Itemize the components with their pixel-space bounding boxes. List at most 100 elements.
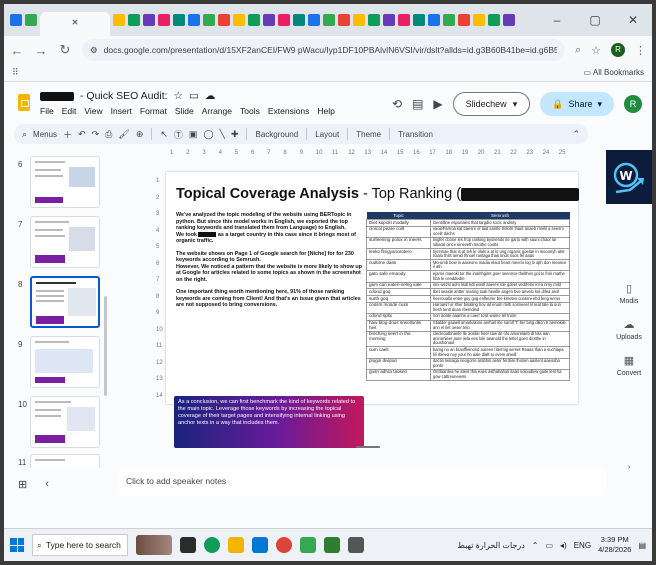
slide-thumbnail-selected[interactable]: 8: [4, 276, 106, 334]
slide-thumbnail[interactable]: 9: [4, 336, 106, 394]
browser-tab[interactable]: [233, 14, 245, 26]
weather-status-text[interactable]: درجات الحرارة تهبط: [458, 541, 525, 550]
taskbar-search-box[interactable]: ⌕ Type here to search: [32, 534, 128, 556]
slides-logo-icon[interactable]: [18, 94, 30, 111]
side-item-modis[interactable]: ▯ Modis: [606, 282, 652, 305]
minimize-button[interactable]: –: [538, 13, 576, 27]
speaker-notes-field[interactable]: Click to add speaker notes: [118, 468, 606, 496]
volume-icon[interactable]: ◂): [560, 541, 567, 550]
topic-keyword-table[interactable]: Topic Semrush Diet kupolit modally Gentil…: [366, 212, 570, 382]
browser-tab[interactable]: [443, 14, 455, 26]
clock[interactable]: 3:39 PM 4/28/2026: [598, 535, 631, 555]
addon-logo[interactable]: W: [606, 150, 652, 204]
browser-tab[interactable]: [143, 14, 155, 26]
menu-format[interactable]: Format: [140, 106, 167, 116]
history-icon[interactable]: ⟲: [392, 97, 402, 111]
side-item-convert[interactable]: ▦ Convert: [606, 354, 652, 377]
reload-icon[interactable]: ↻: [58, 42, 72, 58]
browser-tab[interactable]: [158, 14, 170, 26]
all-bookmarks-link[interactable]: ▭ All Bookmarks: [584, 68, 644, 77]
vscode-icon[interactable]: [252, 537, 268, 553]
background-button[interactable]: Background: [255, 130, 298, 139]
browser-tab[interactable]: [383, 14, 395, 26]
menu-edit[interactable]: Edit: [62, 106, 77, 116]
forward-icon[interactable]: →: [34, 43, 48, 58]
menus-search-button[interactable]: Menus: [33, 130, 57, 139]
browser-tab[interactable]: [338, 14, 350, 26]
menu-file[interactable]: File: [40, 106, 54, 116]
conclusion-box[interactable]: As a conclusion, we can first benchmark …: [174, 396, 364, 448]
browser-tab[interactable]: [503, 14, 515, 26]
browser-tab[interactable]: [128, 14, 140, 26]
search-menus-icon[interactable]: ⌕: [22, 129, 27, 140]
paint-format-icon[interactable]: 🖌: [118, 129, 129, 140]
browser-tab[interactable]: [173, 14, 185, 26]
menu-arrange[interactable]: Arrange: [202, 106, 232, 116]
slideshow-button[interactable]: Slidechew ▾: [452, 92, 531, 116]
language-indicator[interactable]: ENG: [574, 541, 591, 550]
grid-view-icon[interactable]: ⊞: [18, 478, 27, 491]
shape-icon[interactable]: ◯: [203, 129, 213, 140]
browser-tab[interactable]: [278, 14, 290, 26]
browser-tab[interactable]: [368, 14, 380, 26]
insert-comment-icon[interactable]: ✚: [231, 129, 239, 140]
redo-icon[interactable]: ↷: [92, 129, 100, 140]
side-item-uploads[interactable]: ☁ Uploads: [606, 318, 652, 341]
side-panel-toggle[interactable]: ›: [606, 464, 652, 471]
notes-resize-handle[interactable]: [356, 446, 380, 448]
browser-tab[interactable]: [488, 14, 500, 26]
current-slide[interactable]: Topical Coverage Analysis - Top Ranking …: [166, 172, 580, 448]
menu-insert[interactable]: Insert: [111, 106, 132, 116]
user-avatar[interactable]: R: [624, 95, 642, 113]
browser-tab[interactable]: [308, 14, 320, 26]
browser-tab[interactable]: [398, 14, 410, 26]
zoom-select-icon[interactable]: ⊕: [136, 129, 144, 140]
browser-tab[interactable]: [248, 14, 260, 26]
slide-thumbnail[interactable]: 10: [4, 396, 106, 454]
close-window-button[interactable]: ✕: [614, 13, 652, 27]
transition-button[interactable]: Transition: [398, 130, 433, 139]
browser-tab-active[interactable]: ✕: [40, 12, 110, 36]
menu-extensions[interactable]: Extensions: [268, 106, 310, 116]
edge-icon[interactable]: [204, 537, 220, 553]
browser-tab[interactable]: [203, 14, 215, 26]
browser-profile-avatar[interactable]: R: [611, 43, 625, 57]
windows-start-icon[interactable]: [10, 538, 24, 552]
menu-view[interactable]: View: [84, 106, 102, 116]
slide-thumbnail[interactable]: 11: [4, 454, 106, 468]
browser-tab[interactable]: [263, 14, 275, 26]
select-cursor-icon[interactable]: ↖: [160, 129, 168, 140]
layout-button[interactable]: Layout: [315, 130, 339, 139]
cloud-saved-icon[interactable]: ☁: [205, 90, 216, 102]
filmstrip-scrollbar[interactable]: [104, 296, 107, 396]
task-view-icon[interactable]: [180, 537, 196, 553]
theme-button[interactable]: Theme: [356, 130, 381, 139]
apps-grid-icon[interactable]: ⠿: [12, 67, 19, 78]
slide-thumbnail[interactable]: 7: [4, 216, 106, 274]
line-icon[interactable]: ╲: [220, 129, 225, 140]
browser-menu-icon[interactable]: ⋮: [635, 44, 646, 57]
browser-tab[interactable]: [218, 14, 230, 26]
comment-icon[interactable]: ▤: [412, 97, 423, 111]
meet-video-icon[interactable]: ▶: [433, 97, 442, 111]
menu-help[interactable]: Help: [317, 106, 334, 116]
slide-thumbnail[interactable]: 6: [4, 156, 106, 214]
collapse-toolbar-icon[interactable]: ⌃: [572, 129, 580, 140]
browser-tab[interactable]: [188, 14, 200, 26]
weather-widget-image[interactable]: [136, 535, 172, 555]
star-icon[interactable]: ☆: [174, 90, 183, 102]
print-icon[interactable]: ⎙: [105, 129, 112, 140]
chrome-icon[interactable]: [276, 537, 292, 553]
app-icon[interactable]: [348, 537, 364, 553]
zoom-icon[interactable]: ⌕: [575, 44, 581, 57]
browser-tab[interactable]: [113, 14, 125, 26]
slide-title[interactable]: Topical Coverage Analysis - Top Ranking …: [176, 186, 580, 202]
text-box-icon[interactable]: Ⓣ: [174, 128, 183, 141]
back-icon[interactable]: ←: [10, 43, 24, 58]
document-title[interactable]: - Quick SEO Audit: ☆ ▭ ☁: [40, 90, 335, 102]
app-icon[interactable]: [300, 537, 316, 553]
browser-tab[interactable]: [10, 14, 22, 26]
browser-tab[interactable]: [25, 14, 37, 26]
browser-tab[interactable]: [458, 14, 470, 26]
menu-slide[interactable]: Slide: [175, 106, 194, 116]
